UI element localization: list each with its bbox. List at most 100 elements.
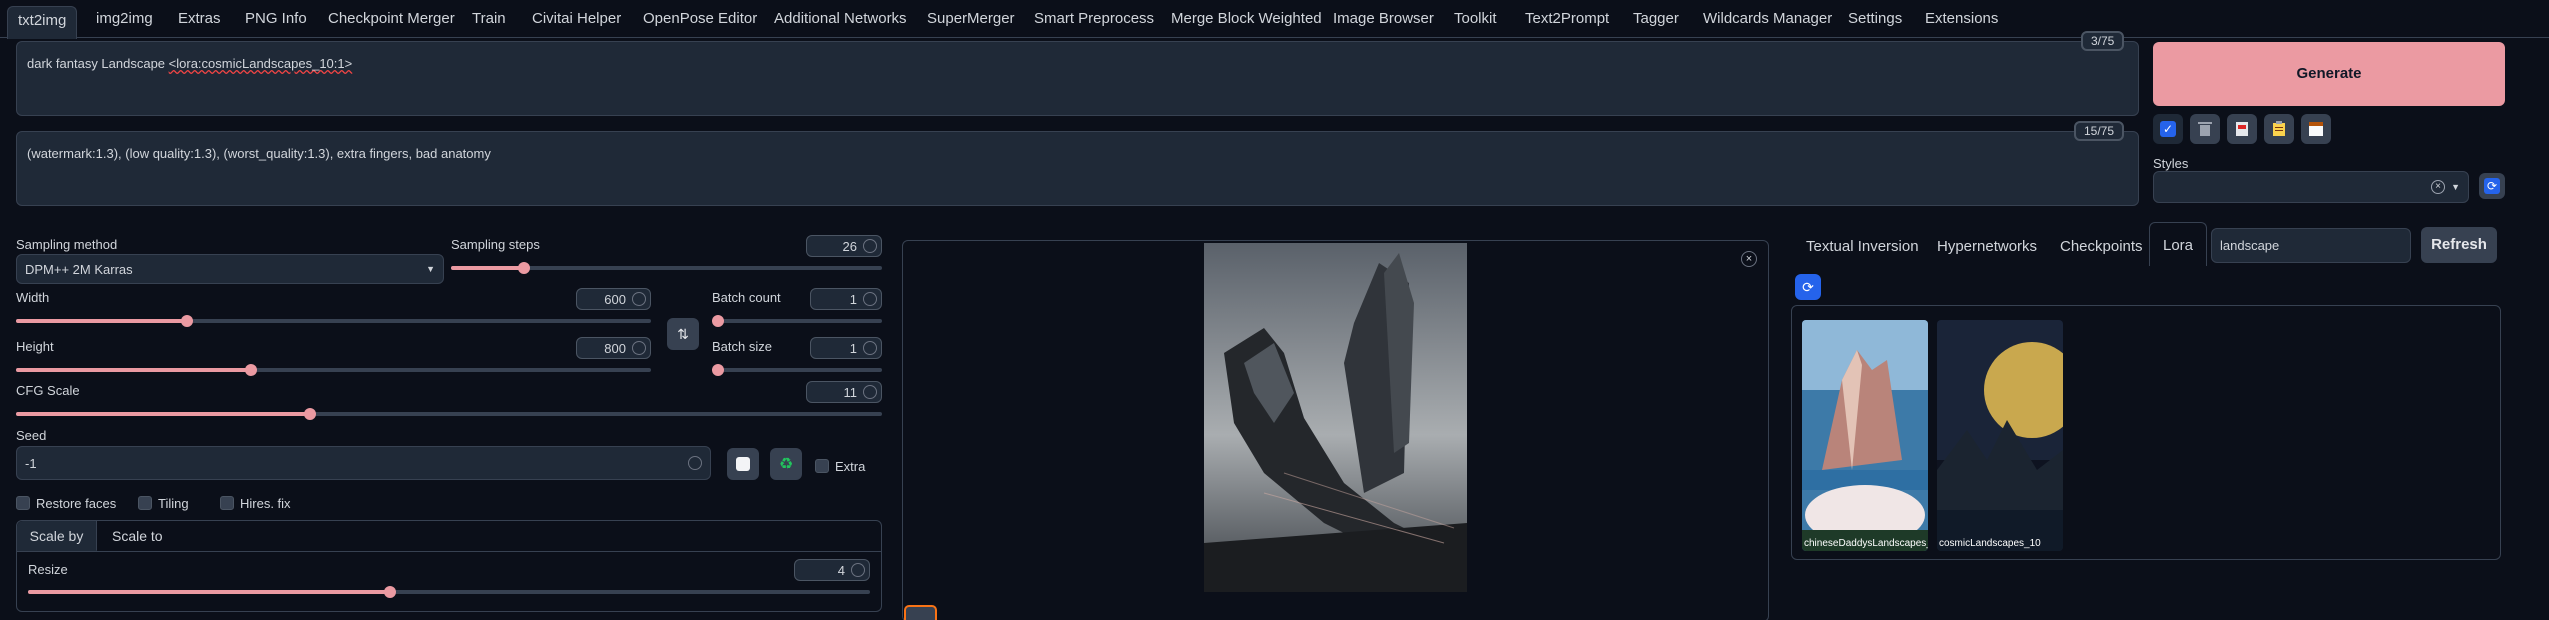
tab-settings[interactable]: Settings <box>1848 8 1902 38</box>
spinner-icon[interactable] <box>863 239 877 253</box>
cfg-scale-input[interactable]: 11 <box>806 381 882 403</box>
tab-supermerger[interactable]: SuperMerger <box>927 8 1015 38</box>
tab-civitai-helper[interactable]: Civitai Helper <box>532 8 621 38</box>
batch-count-input[interactable]: 1 <box>810 288 882 310</box>
spinner-icon[interactable] <box>863 385 877 399</box>
tab-lora[interactable]: Lora <box>2149 222 2207 266</box>
tab-checkpoints[interactable]: Checkpoints <box>2060 238 2143 255</box>
close-icon[interactable]: × <box>1741 251 1757 267</box>
extra-seed-label: Extra <box>835 459 866 474</box>
slider-thumb[interactable] <box>244 364 257 376</box>
generated-image[interactable] <box>1204 243 1467 592</box>
network-search-input[interactable]: landscape <box>2211 228 2411 263</box>
seed-input[interactable]: -1 <box>16 446 711 480</box>
styles-dropdown[interactable]: × ▼ <box>2153 171 2469 203</box>
dice-icon <box>736 457 750 471</box>
tab-scale-to[interactable]: Scale to <box>112 521 163 551</box>
slider-thumb[interactable] <box>712 315 724 327</box>
lora-card-image <box>1937 320 2063 551</box>
tiling-checkbox[interactable] <box>138 496 152 510</box>
slider-fill <box>16 319 188 323</box>
tab-toolkit[interactable]: Toolkit <box>1454 8 1497 38</box>
width-slider[interactable] <box>16 315 651 327</box>
lora-card[interactable]: cosmicLandscapes_10 <box>1937 320 2063 551</box>
slider-thumb[interactable] <box>304 408 317 420</box>
tab-scale-by[interactable]: Scale by <box>17 521 97 551</box>
tab-hypernetworks[interactable]: Hypernetworks <box>1937 238 2037 255</box>
trash-icon <box>2198 122 2212 136</box>
recycle-icon: ♻ <box>778 456 794 473</box>
spinner-icon[interactable] <box>863 341 877 355</box>
slider-thumb[interactable] <box>518 262 531 274</box>
width-input[interactable]: 600 <box>576 288 651 310</box>
tab-train[interactable]: Train <box>472 8 506 38</box>
checkbox-toggle-button[interactable]: ✓ <box>2153 114 2183 144</box>
slider-thumb[interactable] <box>712 364 724 376</box>
tab-openpose-editor[interactable]: OpenPose Editor <box>643 8 757 38</box>
styles-refresh-button[interactable]: ⟳ <box>2479 173 2505 199</box>
resize-input[interactable]: 4 <box>794 559 870 581</box>
random-seed-button[interactable] <box>727 448 759 480</box>
swap-dimensions-button[interactable]: ⇅ <box>667 318 699 350</box>
batch-count-slider[interactable] <box>712 315 882 327</box>
cfg-scale-label: CFG Scale <box>16 383 80 398</box>
sampling-method-dropdown[interactable]: DPM++ 2M Karras ▼ <box>16 254 444 284</box>
spinner-icon[interactable] <box>688 456 702 470</box>
tab-image-browser[interactable]: Image Browser <box>1333 8 1434 38</box>
tab-extensions[interactable]: Extensions <box>1925 8 1998 38</box>
tab-txt2img[interactable]: txt2img <box>7 6 78 39</box>
spinner-icon[interactable] <box>863 292 877 306</box>
sampling-steps-slider[interactable] <box>451 262 882 274</box>
spinner-icon[interactable] <box>632 292 646 306</box>
height-slider[interactable] <box>16 364 651 376</box>
hires-fix-checkbox[interactable] <box>220 496 234 510</box>
tab-smart-preprocess[interactable]: Smart Preprocess <box>1034 8 1154 38</box>
negative-prompt-input[interactable]: (watermark:1.3), (low quality:1.3), (wor… <box>16 131 2139 206</box>
spinner-icon[interactable] <box>632 341 646 355</box>
tab-extras[interactable]: Extras <box>178 8 221 38</box>
slider-thumb[interactable] <box>181 315 194 327</box>
tab-merge-block-weighted[interactable]: Merge Block Weighted <box>1171 8 1322 38</box>
negative-prompt-token-counter: 15/75 <box>2074 121 2125 141</box>
slider-fill <box>451 266 525 270</box>
style-apply-button[interactable] <box>2227 114 2257 144</box>
cfg-scale-slider[interactable] <box>16 408 882 420</box>
resize-slider[interactable] <box>28 586 870 598</box>
batch-size-input[interactable]: 1 <box>810 337 882 359</box>
refresh-button[interactable]: Refresh <box>2421 227 2497 263</box>
tab-additional-networks[interactable]: Additional Networks <box>774 8 907 38</box>
batch-size-slider[interactable] <box>712 364 882 376</box>
generate-button[interactable]: Generate <box>2153 42 2505 106</box>
cfg-scale-value: 11 <box>843 384 858 400</box>
gallery-thumbnail[interactable] <box>904 605 937 620</box>
reuse-seed-button[interactable]: ♻ <box>770 448 802 480</box>
lora-card[interactable]: chineseDaddysLandscapes_35 <box>1802 320 1928 551</box>
negative-prompt-text: (watermark:1.3), (low quality:1.3), (wor… <box>27 146 491 161</box>
save-style-button[interactable] <box>2301 114 2331 144</box>
clear-icon[interactable]: × <box>2431 180 2446 194</box>
clipboard-button[interactable] <box>2264 114 2294 144</box>
prompt-token-counter: 3/75 <box>2081 31 2125 51</box>
tab-tagger[interactable]: Tagger <box>1633 8 1679 38</box>
tab-text2prompt[interactable]: Text2Prompt <box>1525 8 1609 38</box>
prompt-input[interactable]: dark fantasy Landscape <lora:cosmicLands… <box>16 41 2139 116</box>
sampling-steps-input[interactable]: 26 <box>806 235 882 257</box>
restore-faces-label: Restore faces <box>36 496 117 511</box>
tab-textual-inversion[interactable]: Textual Inversion <box>1806 238 1919 255</box>
trash-button[interactable] <box>2190 114 2220 144</box>
tab-checkpoint-merger[interactable]: Checkpoint Merger <box>328 8 455 38</box>
lora-card-image <box>1802 320 1928 551</box>
lora-card-name: chineseDaddysLandscapes_35 <box>1804 538 1928 549</box>
save-icon <box>2309 122 2323 136</box>
tab-img2img[interactable]: img2img <box>96 8 153 38</box>
batch-size-label: Batch size <box>712 339 772 354</box>
height-input[interactable]: 800 <box>576 337 651 359</box>
spinner-icon[interactable] <box>851 563 865 577</box>
tab-wildcards-manager[interactable]: Wildcards Manager <box>1703 8 1832 38</box>
resize-label: Resize <box>28 562 68 577</box>
restore-faces-checkbox[interactable] <box>16 496 30 510</box>
extra-seed-checkbox[interactable] <box>815 459 829 473</box>
slider-thumb[interactable] <box>384 586 397 598</box>
lora-refresh-button[interactable]: ⟳ <box>1795 274 1821 300</box>
tab-png-info[interactable]: PNG Info <box>245 8 307 38</box>
